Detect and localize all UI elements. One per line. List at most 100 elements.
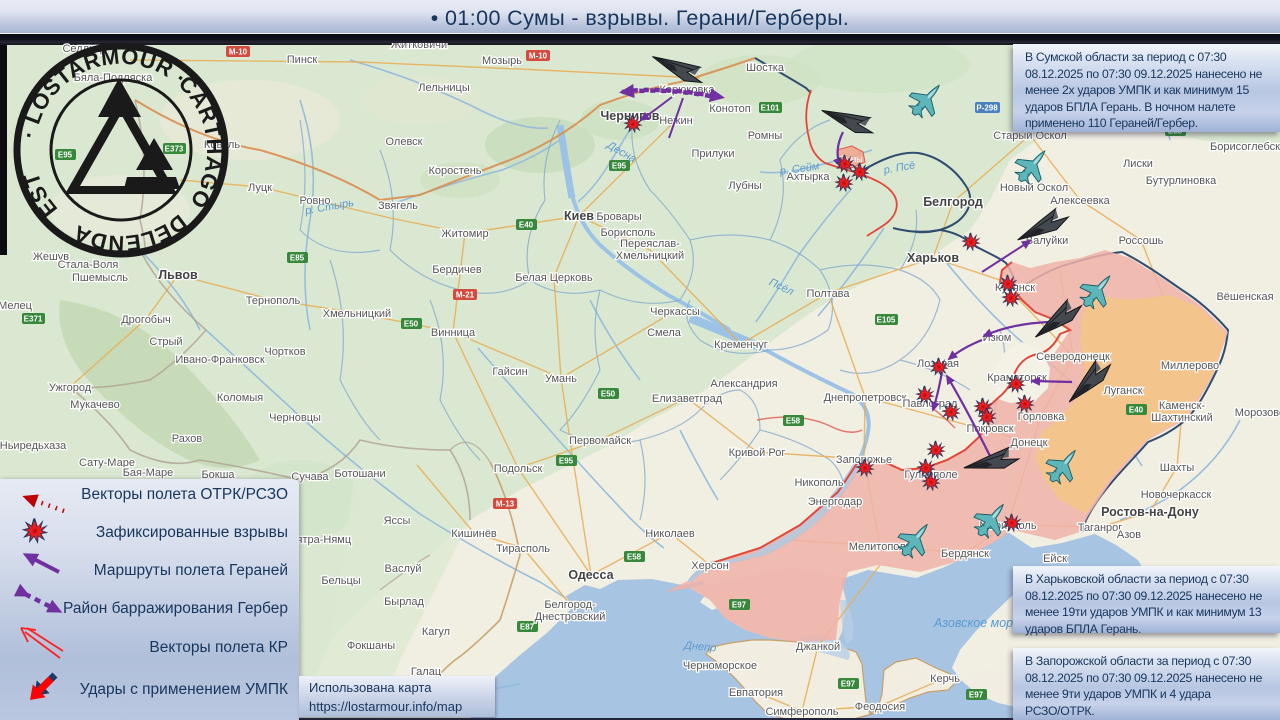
svg-text:М-21: М-21 (456, 291, 475, 300)
svg-text:Валуйки: Валуйки (1026, 235, 1068, 247)
svg-text:Яссы: Яссы (384, 515, 411, 527)
svg-text:Чортков: Чортков (264, 346, 305, 358)
svg-text:Хмельницкий: Хмельницкий (323, 308, 391, 320)
svg-text:Одесса: Одесса (568, 568, 614, 582)
svg-text:Дрогобыч: Дрогобыч (121, 314, 171, 326)
svg-text:Первомайск: Первомайск (569, 435, 631, 447)
svg-text:Бырлад: Бырлад (384, 596, 424, 608)
svg-text:Днестровский: Днестровский (535, 611, 606, 623)
svg-text:Ужгород: Ужгород (49, 382, 92, 394)
svg-text:Вёшенская: Вёшенская (1216, 291, 1273, 303)
svg-text:Донецк: Донецк (1011, 437, 1048, 449)
svg-text:Прилуки: Прилуки (691, 148, 734, 160)
svg-text:Пинск: Пинск (287, 54, 318, 66)
svg-text:Лубны: Лубны (728, 180, 761, 192)
svg-text:Гайсин: Гайсин (492, 366, 527, 378)
svg-text:Е85: Е85 (290, 254, 305, 263)
svg-text:Е97: Е97 (732, 601, 747, 610)
svg-text:Львов: Львов (158, 268, 198, 282)
svg-text:Мукачево: Мукачево (70, 399, 119, 411)
svg-text:CARTHAGO: CARTHAGO (155, 66, 233, 217)
svg-text:Ивано-Франковск: Ивано-Франковск (175, 354, 265, 366)
svg-text:Херсон: Херсон (691, 560, 728, 572)
svg-text:Морозовск: Морозовск (1235, 407, 1280, 419)
svg-text:Мелец: Мелец (0, 300, 33, 312)
svg-text:Хмельницкий: Хмельницкий (616, 250, 684, 262)
svg-text:Северодонецк: Северодонецк (1036, 351, 1110, 363)
svg-text:Белгород: Белгород (923, 195, 983, 209)
svg-text:Борисоглебск: Борисоглебск (1210, 141, 1280, 153)
svg-text:DELENDA: DELENDA (64, 194, 194, 262)
svg-text:Таганрог: Таганрог (1078, 522, 1123, 534)
svg-text:Полтава: Полтава (806, 288, 850, 300)
svg-text:Житомир: Житомир (441, 228, 488, 240)
svg-text:Е95: Е95 (559, 457, 574, 466)
svg-text:Е97: Е97 (841, 680, 856, 689)
svg-text:Рахов: Рахов (172, 433, 203, 445)
svg-text:Ейск: Ейск (1043, 553, 1067, 565)
svg-text:Е101: Е101 (761, 104, 780, 113)
svg-text:Смела: Смела (647, 327, 682, 339)
svg-text:Керчь: Керчь (930, 673, 960, 685)
svg-text:Евпатория: Евпатория (729, 687, 783, 699)
svg-text:Азовское море: Азовское море (933, 616, 1020, 630)
svg-text:Тернополь: Тернополь (246, 295, 301, 307)
svg-text:Е87: Е87 (520, 623, 535, 632)
svg-text:Олевск: Олевск (385, 136, 422, 148)
svg-text:Симферополь: Симферополь (765, 706, 838, 718)
svg-text:Коломыя: Коломыя (217, 392, 263, 404)
svg-text:М-10: М-10 (529, 52, 548, 61)
svg-text:Луцк: Луцк (248, 182, 272, 194)
svg-text:Е95: Е95 (612, 162, 627, 171)
svg-text:Новый Оскол: Новый Оскол (1000, 182, 1068, 194)
svg-text:Киев: Киев (564, 209, 594, 223)
svg-text:Р-298: Р-298 (976, 104, 998, 113)
svg-text:Тирасполь: Тирасполь (496, 543, 550, 555)
svg-text:Алексеевка: Алексеевка (1050, 195, 1110, 207)
svg-text:Шахты: Шахты (1160, 462, 1195, 474)
svg-text:Мозырь: Мозырь (482, 55, 522, 67)
svg-text:Луганск: Луганск (1103, 385, 1142, 397)
svg-text:Бердянск: Бердянск (941, 548, 989, 560)
svg-text:Коростень: Коростень (428, 165, 481, 177)
svg-text:Бая-Маре: Бая-Маре (123, 467, 174, 479)
svg-text:Миллерово: Миллерово (1161, 360, 1219, 372)
svg-text:Е371: Е371 (24, 315, 43, 324)
svg-text:Ростов-на-Дону: Ростов-на-Дону (1101, 505, 1199, 519)
svg-text:Джанкой: Джанкой (796, 641, 840, 653)
svg-text:М-13: М-13 (496, 500, 515, 509)
svg-text:Черкассы: Черкассы (650, 306, 700, 318)
svg-text:Ромны: Ромны (748, 130, 783, 142)
svg-text:Е105: Е105 (877, 316, 896, 325)
svg-text:Васлуй: Васлуй (384, 563, 421, 575)
svg-text:Кагул: Кагул (422, 626, 450, 638)
svg-text:Бельцы: Бельцы (321, 575, 360, 587)
svg-text:Бровары: Бровары (596, 211, 641, 223)
svg-text:Россошь: Россошь (1119, 235, 1164, 247)
svg-text:Кривой Рог: Кривой Рог (729, 447, 786, 459)
svg-text:Е40: Е40 (519, 221, 534, 230)
svg-text:Феодосия: Феодосия (855, 701, 906, 713)
svg-text:Переяслав-: Переяслав- (620, 238, 680, 250)
svg-text:Шахтинский: Шахтинский (1151, 412, 1212, 424)
svg-text:Е58: Е58 (627, 553, 642, 562)
svg-text:Елизаветград: Елизаветград (652, 393, 723, 405)
svg-text:Фокшаны: Фокшаны (347, 640, 395, 652)
svg-text:Днепропетровск: Днепропетровск (824, 392, 907, 404)
svg-text:Кременчуг: Кременчуг (714, 339, 768, 351)
svg-text:Лиски: Лиски (1123, 158, 1153, 170)
svg-text:Черновцы: Черновцы (269, 412, 321, 424)
svg-text:Черноморское: Черноморское (683, 660, 757, 672)
svg-text:Азов: Азов (1117, 529, 1141, 541)
svg-text:Харьков: Харьков (907, 251, 959, 265)
svg-text:Бердичев: Бердичев (432, 264, 482, 276)
svg-text:Каменск-: Каменск- (1159, 400, 1206, 412)
svg-text:Лельницы: Лельницы (418, 82, 470, 94)
svg-text:Винница: Винница (431, 327, 476, 339)
svg-text:Новочеркасск: Новочеркасск (1141, 489, 1212, 501)
svg-text:Александрия: Александрия (710, 378, 777, 390)
svg-text:Ньиредьхаза: Ньиредьхаза (0, 440, 67, 452)
svg-text:Шостка: Шостка (746, 62, 785, 74)
svg-text:Е50: Е50 (404, 320, 419, 329)
svg-text:Е50: Е50 (601, 390, 616, 399)
